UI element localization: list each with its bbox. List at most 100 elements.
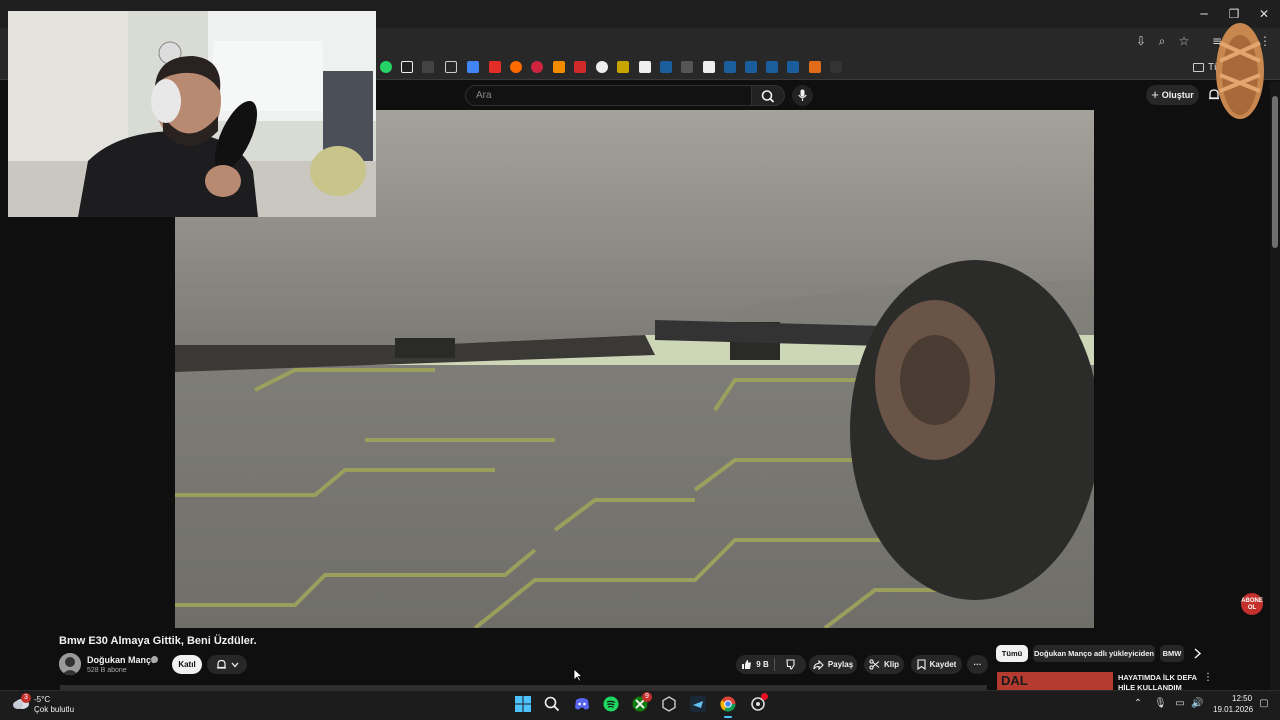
- database-bookmark-icon[interactable]: [596, 61, 608, 73]
- plus-icon: +: [1151, 87, 1159, 102]
- discord-app[interactable]: [573, 695, 591, 713]
- chip-all[interactable]: Tümü: [996, 645, 1028, 662]
- bookmark-icon[interactable]: [531, 61, 543, 73]
- search-button[interactable]: [752, 85, 785, 106]
- whatsapp-bookmark-icon[interactable]: [380, 61, 392, 73]
- create-button[interactable]: + Oluştur: [1146, 85, 1199, 105]
- mouse-cursor-icon: [573, 668, 583, 682]
- slipper-sticker: [1216, 23, 1264, 119]
- search-input[interactable]: Ara: [465, 85, 752, 106]
- bookmark-icon[interactable]: [703, 61, 715, 73]
- like-dislike-group: 9 B: [736, 655, 806, 674]
- recommendation-title[interactable]: HAYATIMDA İLK DEFA HİLE KULLANDIM: [1118, 673, 1198, 690]
- install-app-icon[interactable]: ⇩: [1134, 34, 1148, 48]
- search-icon: [761, 90, 775, 103]
- clip-button[interactable]: Klip: [864, 655, 904, 674]
- bookmark-icon[interactable]: [574, 61, 586, 73]
- like-count: 9 B: [756, 660, 769, 669]
- more-actions-button[interactable]: ···: [967, 655, 988, 674]
- chip-bmw[interactable]: BMW: [1160, 645, 1184, 662]
- windows-logo-icon: [515, 696, 531, 712]
- chrome-icon: [720, 696, 736, 712]
- share-button[interactable]: Paylaş: [809, 655, 857, 674]
- bookmark-icon[interactable]: [681, 61, 693, 73]
- scissors-icon: [869, 659, 880, 670]
- channel-avatar[interactable]: [59, 653, 81, 675]
- like-divider: [774, 658, 775, 671]
- show-hidden-icons-icon[interactable]: ⌃: [1132, 698, 1144, 710]
- steam-bookmark-icon[interactable]: [745, 61, 757, 73]
- video-title: Bmw E30 Almaya Gittik, Beni Üzdüler.: [59, 635, 257, 647]
- app-taskbar-item[interactable]: [749, 693, 768, 713]
- search-icon: [544, 696, 560, 712]
- chip-uploader[interactable]: Doğukan Manço adlı yükleyiciden: [1033, 645, 1155, 662]
- channel-name[interactable]: Doğukan Manço: [87, 655, 157, 665]
- avatar-image: [59, 653, 81, 675]
- join-button[interactable]: Katıl: [172, 655, 202, 674]
- dislike-button[interactable]: [777, 659, 805, 670]
- bookmark-star-icon[interactable]: ☆: [1177, 34, 1191, 48]
- steam-bookmark-icon[interactable]: [787, 61, 799, 73]
- xbox-notification-badge: 9: [642, 692, 652, 702]
- minimize-button[interactable]: ─: [1196, 6, 1212, 22]
- bookmark-icon[interactable]: [639, 61, 651, 73]
- save-to-playlist-icon: [917, 659, 926, 670]
- microphone-tray-icon[interactable]: 🎙: [1154, 698, 1167, 710]
- weather-temperature[interactable]: -5°C: [34, 695, 50, 704]
- network-icon[interactable]: ▭: [1174, 698, 1186, 710]
- app-taskbar-item[interactable]: [660, 695, 678, 713]
- xbox-app[interactable]: 9: [631, 692, 652, 713]
- chevron-down-icon: [231, 662, 238, 667]
- scrollbar-thumb[interactable]: [1272, 96, 1278, 248]
- steam-bookmark-icon[interactable]: [724, 61, 736, 73]
- active-app-indicator: [724, 716, 732, 718]
- clock-date[interactable]: 19.01.2026: [1213, 705, 1253, 714]
- bookmark-icon[interactable]: [617, 61, 629, 73]
- subscribe-badge: ABONE OL: [1241, 593, 1263, 615]
- share-label: Paylaş: [827, 660, 854, 669]
- share-icon: [813, 659, 824, 670]
- steam-bookmark-icon[interactable]: [766, 61, 778, 73]
- subscriber-count: 528 B abone: [87, 667, 127, 674]
- youtube-bookmark-icon[interactable]: [489, 61, 501, 73]
- hexagon-app-icon: [662, 696, 676, 712]
- zoom-icon[interactable]: ⌕: [1155, 34, 1169, 48]
- like-button[interactable]: 9 B: [737, 659, 773, 670]
- thumbs-down-icon: [785, 659, 795, 670]
- taskbar-search-button[interactable]: [543, 695, 561, 713]
- folder-bookmark-icon[interactable]: [445, 61, 457, 73]
- steam-app[interactable]: [689, 695, 707, 713]
- volume-icon[interactable]: 🔊: [1191, 698, 1203, 710]
- microphone-icon: [798, 89, 807, 101]
- save-label: Kaydet: [929, 660, 957, 669]
- spotify-icon: [603, 696, 619, 712]
- notification-center-icon[interactable]: ▢: [1258, 698, 1270, 710]
- bookmark-icon[interactable]: [809, 61, 821, 73]
- bookmark-icon[interactable]: [830, 61, 842, 73]
- app-alert-badge: [761, 693, 768, 700]
- drive-bookmark-icon[interactable]: [467, 61, 479, 73]
- steam-bookmark-icon[interactable]: [660, 61, 672, 73]
- webcam-overlay: [8, 11, 376, 217]
- bookmark-icon[interactable]: [553, 61, 565, 73]
- voice-search-button[interactable]: [792, 85, 813, 106]
- save-button[interactable]: Kaydet: [911, 655, 962, 674]
- chrome-app[interactable]: [719, 695, 737, 713]
- weather-description[interactable]: Çok bulutlu: [34, 705, 74, 714]
- clip-label: Klip: [883, 660, 900, 669]
- bell-icon: [216, 659, 226, 669]
- chevron-right-icon[interactable]: [1193, 648, 1202, 659]
- recommendation-menu-icon[interactable]: ⋮: [1203, 672, 1213, 683]
- spotify-app[interactable]: [602, 695, 620, 713]
- more-actions-icon: ···: [973, 660, 982, 669]
- discord-icon: [575, 698, 589, 710]
- clock-time[interactable]: 12:50: [1232, 694, 1252, 703]
- x-bookmark-icon[interactable]: [401, 61, 413, 73]
- recommendation-thumbnail[interactable]: DAL: [997, 672, 1113, 690]
- bookmark-icon[interactable]: [422, 61, 434, 73]
- start-button[interactable]: [514, 695, 532, 713]
- folder-icon: [1193, 62, 1204, 72]
- notification-settings-button[interactable]: [207, 655, 247, 674]
- weather-notification-badge: 3: [21, 693, 31, 703]
- bookmark-icon[interactable]: [510, 61, 522, 73]
